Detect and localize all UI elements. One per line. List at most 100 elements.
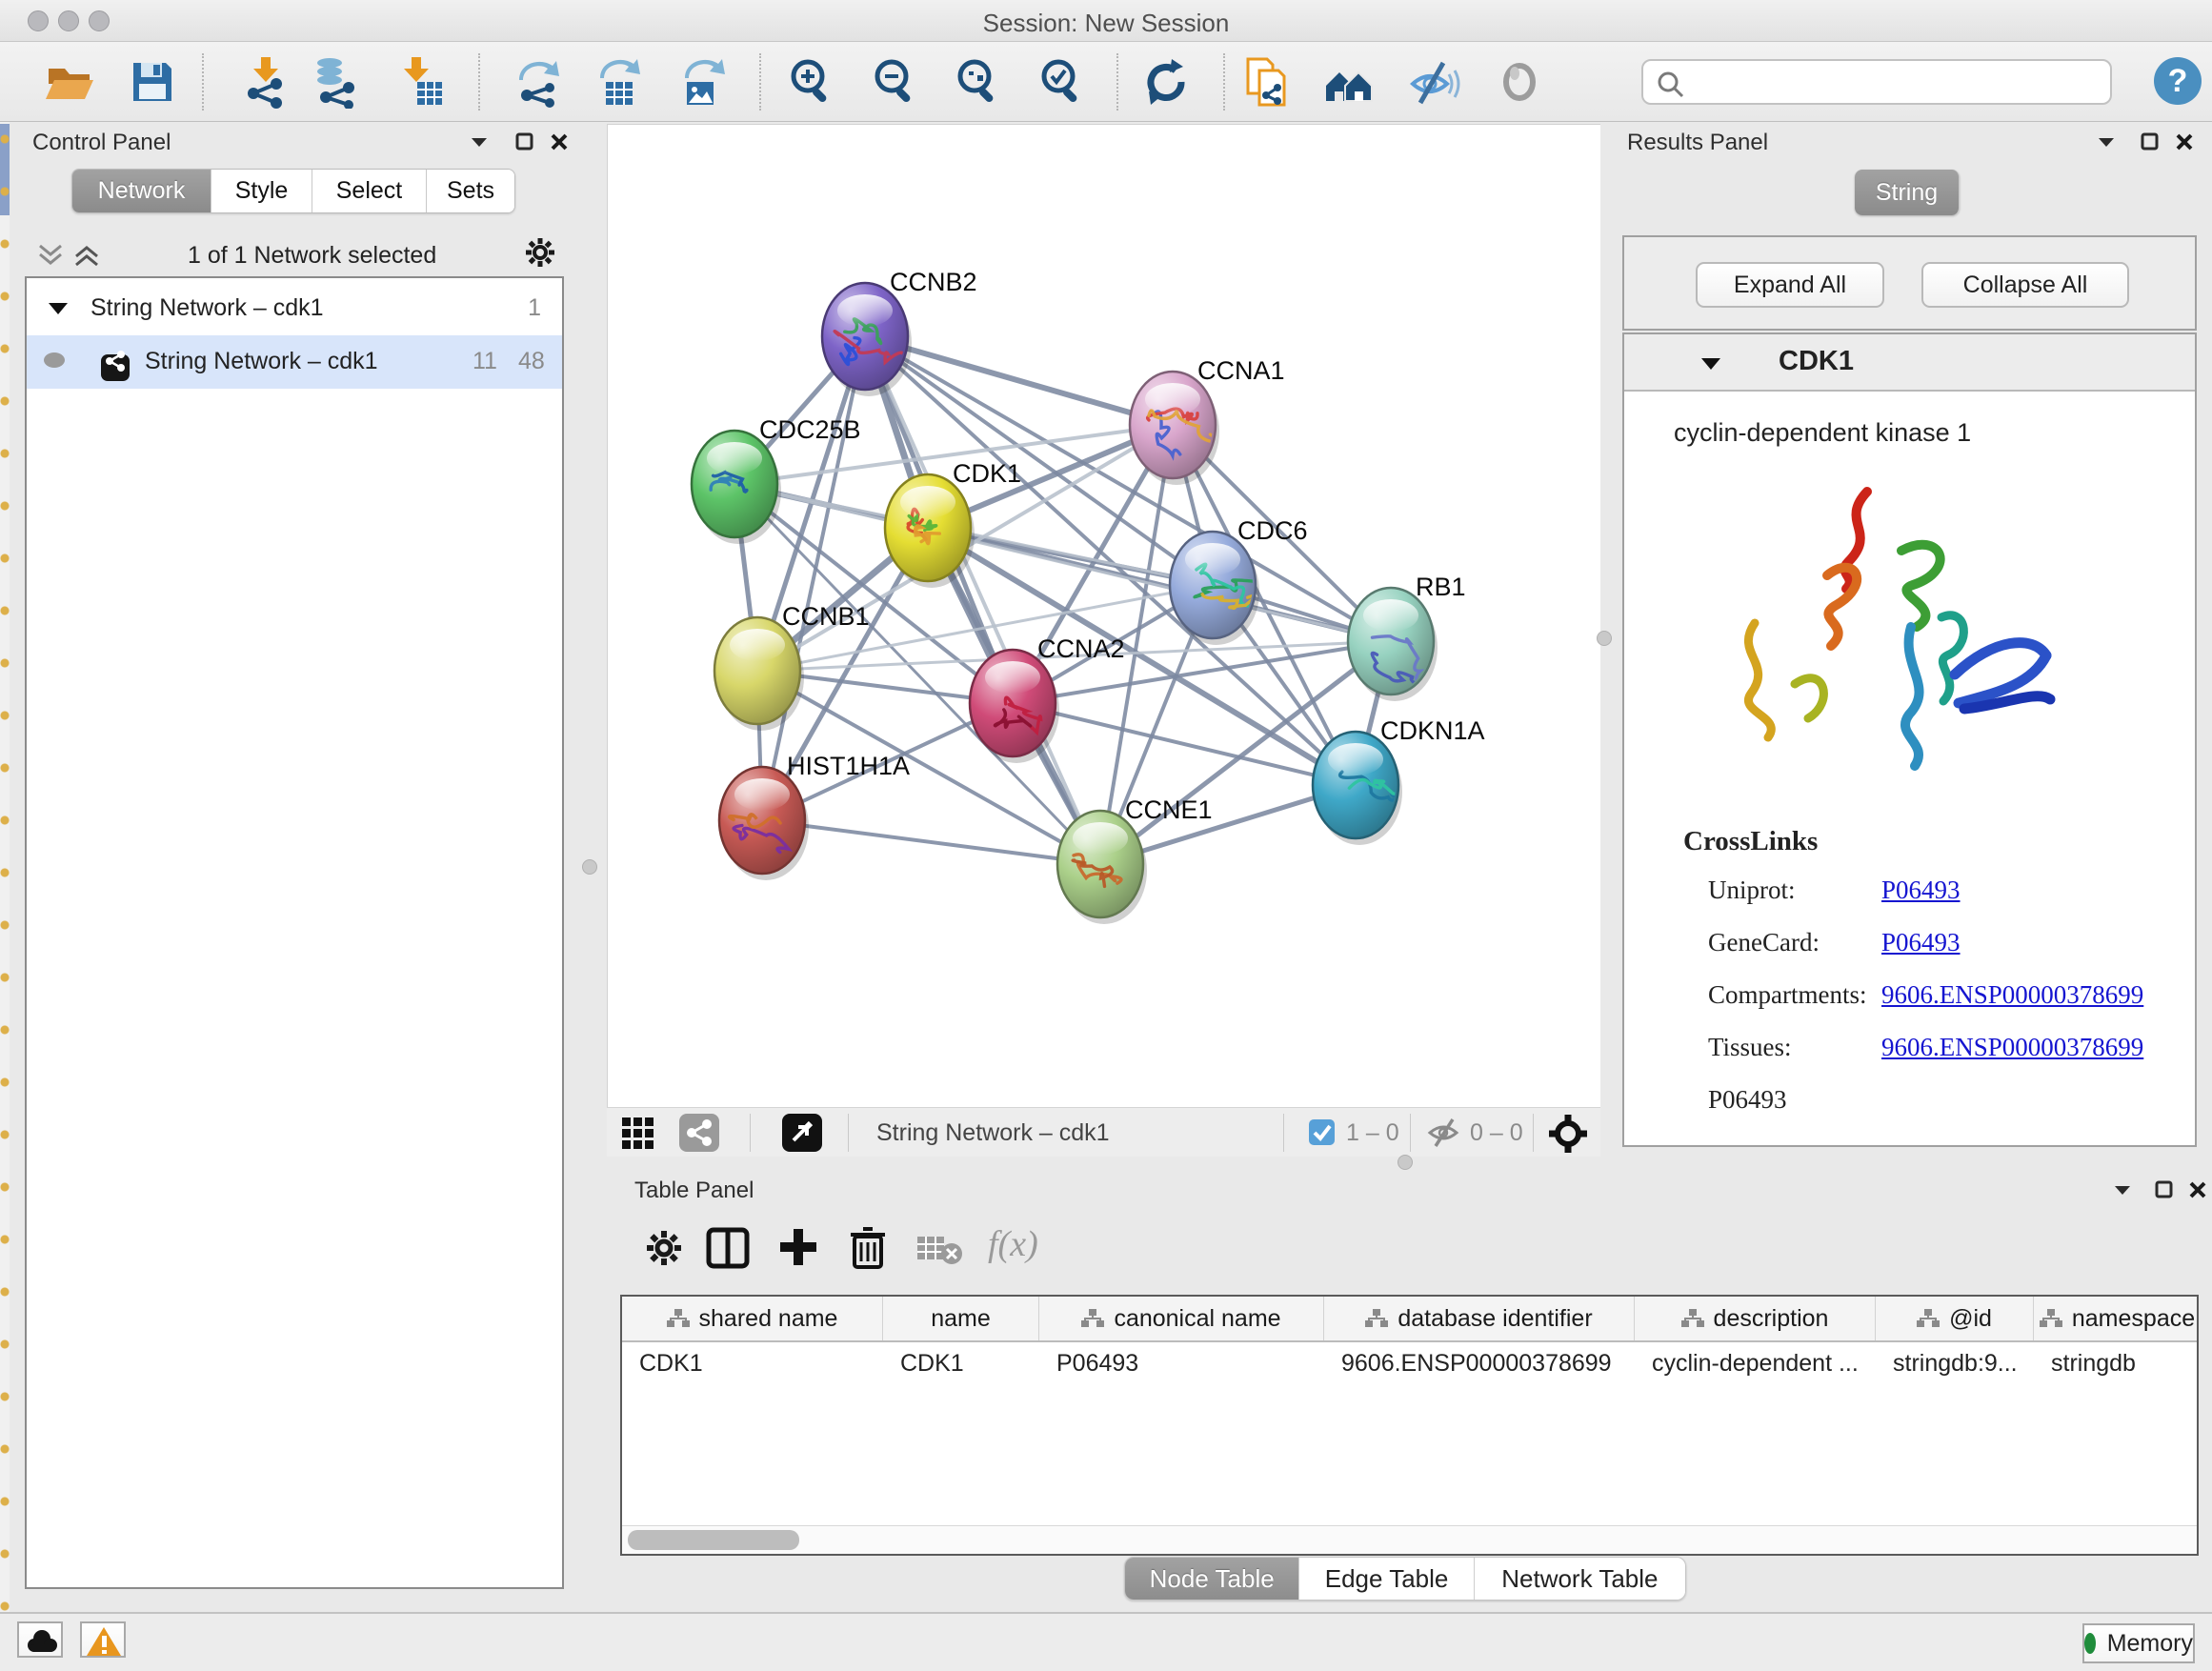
collapse-all-button[interactable]: Collapse All xyxy=(1921,262,2129,308)
scrollbar-thumb[interactable] xyxy=(628,1530,799,1550)
tab-select[interactable]: Select xyxy=(312,170,427,212)
birdseye-view-icon[interactable] xyxy=(1548,1114,1588,1158)
toggle-column-view-icon[interactable] xyxy=(706,1227,750,1274)
toolbar-separator xyxy=(1223,53,1225,111)
zoom-in-icon[interactable] xyxy=(785,55,838,109)
collection-expand-icon[interactable] xyxy=(48,301,69,316)
panel-float-icon[interactable] xyxy=(2154,1179,2175,1200)
column-header-name[interactable]: name xyxy=(883,1297,1039,1340)
protein-name: CDK1 xyxy=(1779,346,1854,377)
tab-string-results[interactable]: String xyxy=(1855,170,1960,215)
splitter-control-network[interactable] xyxy=(567,124,607,1608)
save-session-icon[interactable] xyxy=(126,55,179,109)
splitter-handle[interactable] xyxy=(582,859,597,875)
crosslink-genecard[interactable]: P06493 xyxy=(1881,928,1961,956)
section-collapse-icon[interactable] xyxy=(1700,357,1721,372)
search-box xyxy=(1641,59,2112,105)
column-header-id[interactable]: @id xyxy=(1876,1297,2034,1340)
memory-button[interactable]: Memory xyxy=(2082,1623,2195,1663)
table-row[interactable]: CDK1 CDK1 P06493 9606.ENSP00000378699 cy… xyxy=(622,1342,2197,1384)
tab-network[interactable]: Network xyxy=(72,170,211,212)
collapse-all-networks-icon[interactable] xyxy=(36,242,65,273)
zoom-selected-icon[interactable] xyxy=(1036,55,1089,109)
grid-view-icon[interactable] xyxy=(620,1116,656,1157)
crosslink-tissues[interactable]: 9606.ENSP00000378699 xyxy=(1881,1033,2143,1061)
splitter-handle[interactable] xyxy=(1398,1155,1413,1170)
tab-edge-table[interactable]: Edge Table xyxy=(1299,1558,1474,1600)
tab-network-table[interactable]: Network Table xyxy=(1475,1558,1685,1600)
panel-close-icon[interactable] xyxy=(2174,131,2195,152)
network-edge-CCNB2-CCNE1[interactable] xyxy=(865,336,1100,864)
column-header-shared-name[interactable]: shared name xyxy=(622,1297,883,1340)
home-icon[interactable] xyxy=(1322,55,1376,109)
splitter-network-results[interactable] xyxy=(1600,124,1610,1155)
hidden-node-edge-counts: 0 – 0 xyxy=(1470,1119,1523,1147)
column-header-database-identifier[interactable]: database identifier xyxy=(1324,1297,1635,1340)
network-node-HIST1H1A[interactable]: HIST1H1A xyxy=(719,752,910,880)
network-node-label: CCNA1 xyxy=(1197,356,1285,385)
crosslink-uniprot[interactable]: P06493 xyxy=(1881,876,1961,904)
panel-float-icon[interactable] xyxy=(2140,131,2161,152)
network-options-gear-icon[interactable] xyxy=(524,236,556,273)
table-options-gear-icon[interactable] xyxy=(645,1229,683,1272)
network-tree: String Network – cdk1 1 String Network –… xyxy=(25,276,564,1589)
zoom-fit-icon[interactable] xyxy=(952,55,1005,109)
show-hidden-icon[interactable] xyxy=(1493,55,1546,109)
network-canvas-svg[interactable]: CCNB2CCNA1CDC25BCDK1CDC6RB1CCNB1CCNA2CDK… xyxy=(608,125,1601,1108)
search-input[interactable] xyxy=(1693,63,2102,101)
delete-column-icon[interactable] xyxy=(847,1225,889,1274)
panel-menu-icon[interactable] xyxy=(469,131,490,152)
import-network-file-icon[interactable] xyxy=(240,55,293,109)
table-horizontal-scrollbar[interactable] xyxy=(622,1525,2197,1554)
network-node-RB1[interactable]: RB1 xyxy=(1348,573,1466,701)
import-table-file-icon[interactable] xyxy=(392,55,446,109)
network-node-CDKN1A[interactable]: CDKN1A xyxy=(1313,716,1485,845)
crosslink-compartments[interactable]: 9606.ENSP00000378699 xyxy=(1881,980,2143,1009)
protein-section-header[interactable]: CDK1 xyxy=(1624,334,2195,392)
network-edge-CCNB2-HIST1H1A[interactable] xyxy=(762,336,865,820)
export-network-icon[interactable] xyxy=(512,55,565,109)
tab-style[interactable]: Style xyxy=(211,170,312,212)
string-app-icon xyxy=(101,354,130,381)
panel-float-icon[interactable] xyxy=(514,131,535,152)
cloud-button[interactable] xyxy=(17,1621,63,1658)
detach-view-icon[interactable] xyxy=(782,1114,822,1152)
panel-menu-icon[interactable] xyxy=(2096,131,2117,152)
export-image-icon[interactable] xyxy=(675,55,729,109)
hide-selected-icon[interactable] xyxy=(1407,55,1460,109)
network-node-label: HIST1H1A xyxy=(787,752,910,780)
current-network-dot-icon xyxy=(44,352,65,368)
crosslink-label: GeneCard: xyxy=(1708,928,1881,957)
column-header-namespace[interactable]: namespace xyxy=(2034,1297,2201,1340)
refresh-icon[interactable] xyxy=(1139,55,1193,109)
network-view-mode-icon[interactable] xyxy=(679,1114,719,1152)
panel-close-icon[interactable] xyxy=(2187,1179,2208,1200)
network-row-selected[interactable]: String Network – cdk1 11 48 xyxy=(27,335,562,389)
zoom-out-icon[interactable] xyxy=(869,55,922,109)
tab-node-table[interactable]: Node Table xyxy=(1125,1558,1299,1600)
network-node-CCNA1[interactable]: CCNA1 xyxy=(1130,356,1285,485)
background-window-edge xyxy=(0,122,10,1612)
splitter-view-table[interactable] xyxy=(607,1157,2212,1170)
network-node-CCNB2[interactable]: CCNB2 xyxy=(822,268,977,396)
expand-all-button[interactable]: Expand All xyxy=(1696,262,1884,308)
network-edge-HIST1H1A-CCNE1[interactable] xyxy=(762,820,1100,864)
tab-sets[interactable]: Sets xyxy=(427,170,514,212)
network-canvas[interactable]: CCNB2CCNA1CDC25BCDK1CDC6RB1CCNB1CCNA2CDK… xyxy=(607,124,1600,1107)
expand-all-networks-icon[interactable] xyxy=(72,242,101,273)
viewbar-separator xyxy=(848,1114,849,1152)
protein-structure-image xyxy=(1715,463,2086,806)
network-node-CCNE1[interactable]: CCNE1 xyxy=(1057,795,1213,924)
panel-menu-icon[interactable] xyxy=(2112,1179,2133,1200)
column-header-description[interactable]: description xyxy=(1635,1297,1876,1340)
help-button[interactable]: ? xyxy=(2154,57,2202,105)
column-header-canonical-name[interactable]: canonical name xyxy=(1039,1297,1324,1340)
open-session-icon[interactable] xyxy=(42,55,95,109)
copy-network-icon[interactable] xyxy=(1240,55,1294,109)
import-network-database-icon[interactable] xyxy=(309,55,362,109)
export-table-icon[interactable] xyxy=(593,55,646,109)
add-column-icon[interactable] xyxy=(776,1225,820,1274)
selected-checkbox-icon[interactable] xyxy=(1309,1119,1335,1145)
network-collection-row[interactable]: String Network – cdk1 1 xyxy=(27,282,562,335)
warning-button[interactable] xyxy=(80,1621,126,1658)
